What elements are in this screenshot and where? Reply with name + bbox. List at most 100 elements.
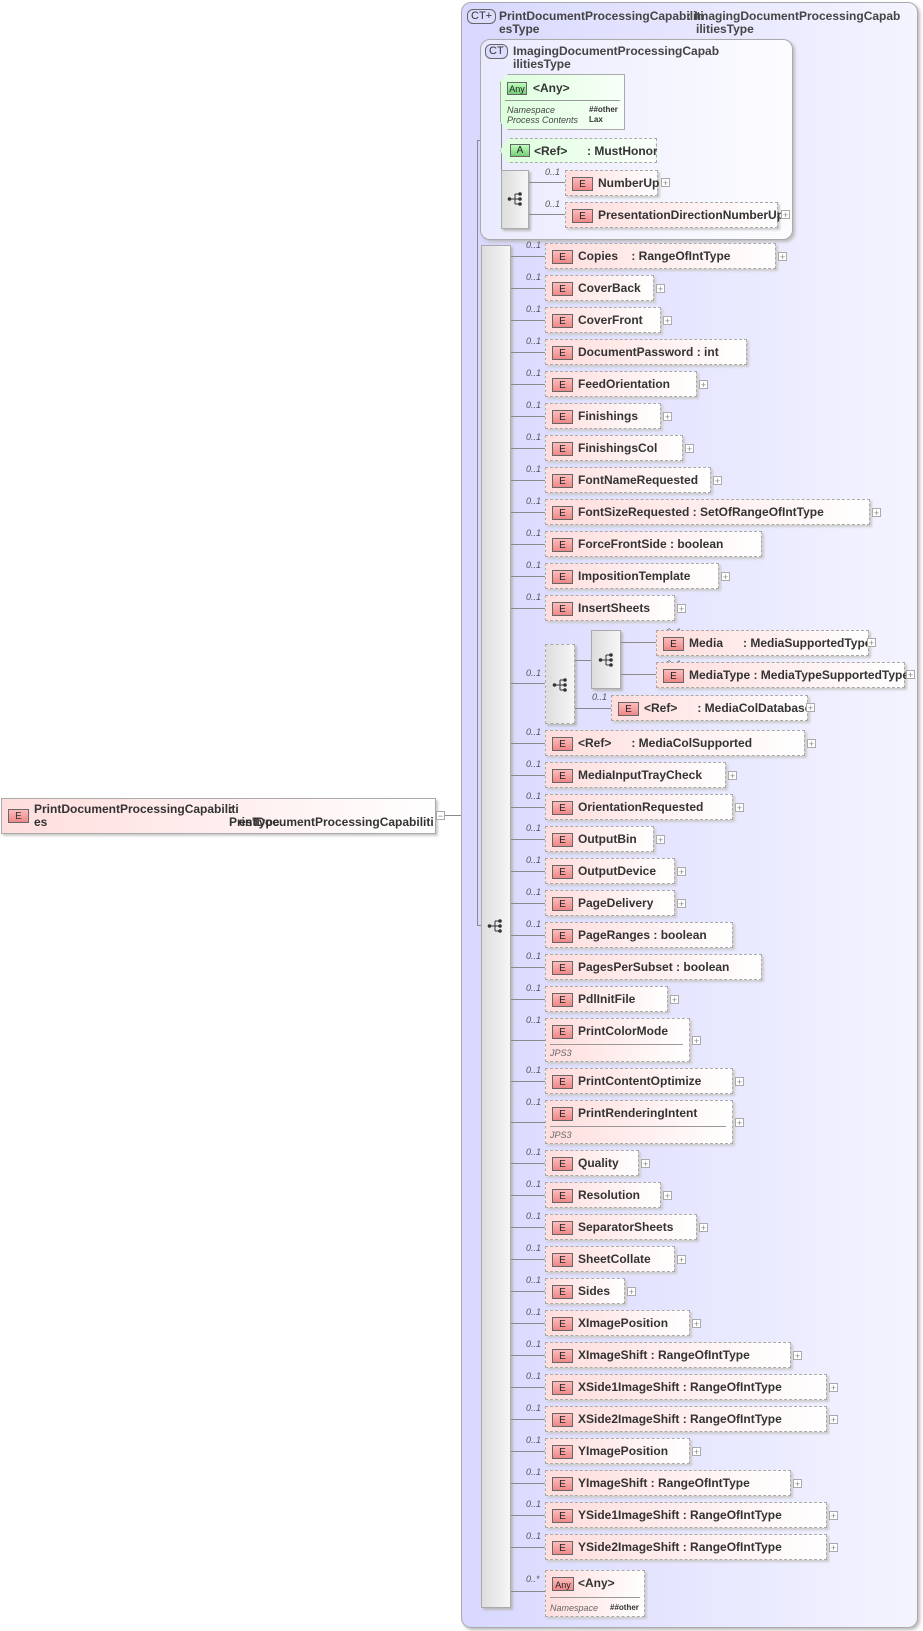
expand-button[interactable]: +	[699, 380, 708, 390]
element-fontnamerequested[interactable]: E FontNameRequested	[545, 467, 711, 493]
expand-button[interactable]: +	[735, 1118, 744, 1128]
element-media[interactable]: E Media : MediaSupportedType	[656, 630, 871, 656]
expand-button[interactable]: +	[793, 1351, 802, 1361]
expand-button[interactable]: +	[661, 178, 670, 188]
expand-button[interactable]: +	[829, 1415, 838, 1425]
expand-button[interactable]: +	[685, 444, 694, 454]
element-orientationrequested[interactable]: E OrientationRequested	[545, 794, 733, 820]
element-copies[interactable]: E Copies : RangeOfIntType	[545, 243, 776, 269]
expand-button[interactable]: +	[721, 572, 730, 582]
expand-button[interactable]: +	[677, 604, 686, 614]
expand-button[interactable]: +	[735, 803, 744, 813]
expand-button[interactable]: +	[781, 210, 790, 220]
any-wildcard-trailing[interactable]: Any <Any> Namespace ##other	[545, 1570, 645, 1617]
expand-button[interactable]: +	[677, 899, 686, 909]
element-pdlinitfile[interactable]: E PdlInitFile	[545, 986, 668, 1012]
element-mediatype[interactable]: E MediaType : MediaTypeSupportedType	[656, 662, 909, 688]
element-resolution[interactable]: E Resolution	[545, 1182, 661, 1208]
ct-extension-badge: CT+	[467, 9, 497, 24]
expand-button[interactable]: +	[677, 1255, 686, 1265]
element-badge: E	[552, 993, 573, 1007]
expand-button[interactable]: +	[699, 1223, 708, 1233]
element-yimageshift[interactable]: E YImageShift : RangeOfIntType	[545, 1470, 791, 1496]
element-finishings[interactable]: E Finishings	[545, 403, 661, 429]
expand-button[interactable]: +	[829, 1383, 838, 1393]
expand-button[interactable]: +	[663, 316, 672, 326]
element-documentpassword[interactable]: E DocumentPassword : int	[545, 339, 747, 365]
element-sides[interactable]: E Sides	[545, 1278, 625, 1304]
occurrence: 0..1	[526, 1211, 542, 1221]
element-yimageposition[interactable]: E YImagePosition	[545, 1438, 690, 1464]
expand-button[interactable]: +	[807, 739, 816, 749]
element-printrenderingintent[interactable]: E PrintRenderingIntent JPS3	[545, 1100, 733, 1144]
element-mediainputtraycheck[interactable]: E MediaInputTrayCheck	[545, 762, 726, 788]
expand-button[interactable]: +	[867, 638, 876, 648]
sequence-compositor-media-inner[interactable]	[591, 630, 621, 689]
occurrence: 0..*	[526, 1574, 540, 1584]
expand-button[interactable]: +	[677, 867, 686, 877]
expand-button[interactable]: +	[806, 703, 815, 713]
occurrence: 0..1	[526, 919, 542, 929]
element-forcefrontside[interactable]: E ForceFrontSide : boolean	[545, 531, 762, 557]
any-wildcard[interactable]: Any <Any> Namespace ##other Process Cont…	[500, 74, 625, 130]
expand-button[interactable]: +	[670, 995, 679, 1005]
element-xside1imageshift[interactable]: E XSide1ImageShift : RangeOfIntType	[545, 1374, 827, 1400]
element-feedorientation[interactable]: E FeedOrientation	[545, 371, 697, 397]
element-coverback[interactable]: E CoverBack	[545, 275, 654, 301]
element-badge: E	[552, 1157, 573, 1171]
expand-button[interactable]: +	[692, 1319, 701, 1329]
element-ref-mediacoldatabase[interactable]: E <Ref> : MediaColDatabase	[611, 695, 811, 721]
element-pagespersubset[interactable]: E PagesPerSubset : boolean	[545, 954, 762, 980]
element-fontsizerequested[interactable]: E FontSizeRequested : SetOfRangeOfIntType	[545, 499, 870, 525]
expand-button[interactable]: +	[692, 1447, 701, 1457]
sequence-compositor-main[interactable]	[481, 245, 511, 1608]
namespace-value: ##other	[610, 1603, 639, 1612]
element-separatorsheets[interactable]: E SeparatorSheets	[545, 1214, 697, 1240]
expand-button[interactable]: +	[663, 412, 672, 422]
expand-button[interactable]: +	[713, 476, 722, 486]
expand-button[interactable]: +	[656, 835, 665, 845]
expand-button[interactable]: +	[906, 670, 915, 680]
expand-button[interactable]: +	[692, 1036, 701, 1046]
element-ref[interactable]: E <Ref> : MediaColSupported	[545, 730, 805, 756]
collapse-button[interactable]: −	[436, 811, 445, 821]
expand-button[interactable]: +	[663, 1191, 672, 1201]
sequence-icon	[507, 192, 522, 206]
expand-button[interactable]: +	[728, 771, 737, 781]
connector	[511, 288, 545, 289]
element-xside2imageshift[interactable]: E XSide2ImageShift : RangeOfIntType	[545, 1406, 827, 1432]
element-sheetcollate[interactable]: E SheetCollate	[545, 1246, 675, 1272]
element-finishingscol[interactable]: E FinishingsCol	[545, 435, 683, 461]
element-ximageshift[interactable]: E XImageShift : RangeOfIntType	[545, 1342, 791, 1368]
expand-button[interactable]: +	[641, 1159, 650, 1169]
expand-button[interactable]: +	[778, 252, 787, 262]
element-impositiontemplate[interactable]: E ImpositionTemplate	[545, 563, 719, 589]
element-presentationdirectionnumberup[interactable]: E PresentationDirectionNumberUp	[565, 202, 784, 228]
occurrence: 0..1	[526, 1065, 542, 1075]
root-element[interactable]: E PrintDocumentProcessingCapabiliti es :…	[1, 798, 436, 834]
expand-button[interactable]: +	[872, 508, 881, 518]
element-yside2imageshift[interactable]: E YSide2ImageShift : RangeOfIntType	[545, 1534, 827, 1560]
expand-button[interactable]: +	[829, 1511, 838, 1521]
element-pagedelivery[interactable]: E PageDelivery	[545, 890, 675, 916]
element-outputdevice[interactable]: E OutputDevice	[545, 858, 675, 884]
expand-button[interactable]: +	[793, 1479, 802, 1489]
expand-button[interactable]: +	[735, 1077, 744, 1087]
sequence-compositor-media[interactable]	[545, 644, 575, 724]
element-outputbin[interactable]: E OutputBin	[545, 826, 654, 852]
element-yside1imageshift[interactable]: E YSide1ImageShift : RangeOfIntType	[545, 1502, 827, 1528]
element-printcolormode[interactable]: E PrintColorMode JPS3	[545, 1018, 690, 1062]
element-numberup[interactable]: E NumberUp	[565, 170, 659, 196]
element-printcontentoptimize[interactable]: E PrintContentOptimize	[545, 1068, 733, 1094]
element-coverfront[interactable]: E CoverFront	[545, 307, 661, 333]
sequence-compositor[interactable]	[501, 170, 529, 229]
element-pageranges[interactable]: E PageRanges : boolean	[545, 922, 733, 948]
element-ximageposition[interactable]: E XImagePosition	[545, 1310, 690, 1336]
attribute-ref[interactable]: A <Ref> : MustHonor	[500, 138, 657, 163]
expand-button[interactable]: +	[627, 1287, 636, 1297]
element-insertsheets[interactable]: E InsertSheets	[545, 595, 675, 621]
element-quality[interactable]: E Quality	[545, 1150, 639, 1176]
expand-button[interactable]: +	[656, 284, 665, 294]
expand-button[interactable]: +	[829, 1543, 838, 1553]
occurrence: 0..1	[526, 1531, 542, 1541]
